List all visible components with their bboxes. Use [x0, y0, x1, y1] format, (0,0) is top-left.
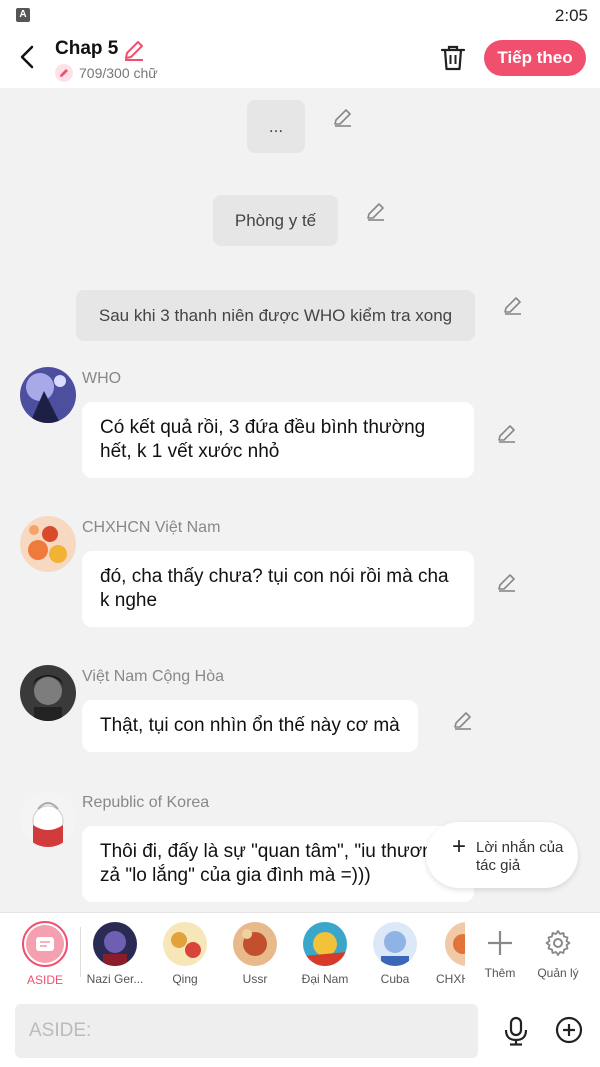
microphone-icon — [504, 1016, 528, 1046]
message-bubble[interactable]: Thật, tụi con nhìn ổn thế này cơ mà — [82, 700, 418, 752]
narration-bubble[interactable]: Sau khi 3 thanh niên được WHO kiểm tra x… — [76, 290, 475, 341]
character-item[interactable]: CHXHCN — [433, 919, 465, 986]
chat-icon — [36, 937, 54, 951]
chapter-title: Chap 5 — [55, 38, 119, 59]
back-button[interactable] — [14, 40, 42, 74]
character-label: Đại Nam — [301, 972, 349, 986]
status-time: 2:05 — [554, 6, 588, 25]
manage-label: Quản lý — [537, 966, 579, 980]
add-label: Thêm — [484, 966, 516, 980]
word-count-row: 709/300 chữ — [55, 64, 158, 82]
plus-icon: + — [452, 833, 467, 860]
edit-message-button[interactable] — [502, 294, 524, 316]
pencil-icon — [498, 574, 515, 592]
pencil-icon — [498, 425, 515, 443]
trash-icon — [440, 45, 466, 71]
message-bubble[interactable]: Thôi đi, đấy là sự "quan tâm", "iu thươn… — [82, 826, 474, 902]
character-label: Qing — [172, 972, 198, 986]
edit-message-button[interactable] — [332, 106, 354, 128]
manage-button[interactable]: Quản lý — [526, 919, 590, 980]
message-bubble[interactable]: Có kết quả rồi, 3 đứa đều bình thường hế… — [82, 402, 474, 478]
add-button[interactable] — [555, 1016, 583, 1044]
author-note-label: Lời nhắn của tác giả — [476, 839, 564, 874]
add-character-button[interactable]: Thêm — [468, 919, 532, 980]
pencil-icon — [334, 109, 351, 127]
plus-circle-icon — [555, 1016, 583, 1044]
gear-icon — [545, 930, 571, 956]
next-button[interactable]: Tiếp theo — [484, 40, 586, 76]
author-note-button[interactable]: + Lời nhắn của tác giả — [426, 822, 578, 888]
plus-icon — [488, 931, 512, 955]
character-item[interactable]: Nazi Ger... — [83, 919, 147, 986]
avatar[interactable] — [20, 665, 76, 721]
voice-button[interactable] — [502, 1016, 530, 1046]
pencil-badge-icon — [55, 64, 73, 82]
character-label: Nazi Ger... — [86, 972, 144, 986]
avatar — [93, 922, 137, 966]
character-item[interactable]: Ussr — [223, 919, 287, 986]
message-input[interactable] — [15, 1004, 478, 1058]
back-arrow-icon — [20, 45, 34, 69]
character-name: Republic of Korea — [82, 794, 210, 811]
app-notification-icon: A — [16, 8, 30, 22]
edit-message-button[interactable] — [496, 571, 518, 593]
pencil-icon — [504, 297, 521, 315]
pencil-icon — [367, 203, 384, 221]
edit-message-button[interactable] — [496, 422, 518, 444]
avatar[interactable] — [20, 516, 76, 572]
input-bar — [0, 996, 600, 1067]
divider — [80, 927, 81, 977]
word-count: 709/300 chữ — [79, 65, 158, 81]
avatar — [163, 922, 207, 966]
message-bubble[interactable]: đó, cha thấy chưa? tụi con nói rồi mà ch… — [82, 551, 474, 627]
character-label: ASIDE — [26, 973, 63, 987]
narration-bubble[interactable]: Phòng y tế — [213, 195, 338, 246]
avatar — [233, 922, 277, 966]
delete-button[interactable] — [438, 43, 468, 73]
edit-message-button[interactable] — [365, 200, 387, 222]
character-item[interactable]: Cuba — [363, 919, 427, 986]
character-label: CHXHCN — [436, 972, 465, 986]
status-bar: A 2:05 — [0, 0, 600, 32]
avatar[interactable] — [20, 791, 76, 847]
character-label: Ussr — [242, 972, 268, 986]
edit-message-button[interactable] — [452, 709, 474, 731]
header: Chap 5 709/300 chữ Tiếp theo — [0, 32, 600, 88]
character-label: Cuba — [380, 972, 410, 986]
avatar — [445, 922, 465, 966]
character-name: Việt Nam Cộng Hòa — [82, 668, 224, 685]
character-bar: ASIDE Nazi Ger... Qing Ussr Đại Nam Cuba… — [0, 912, 600, 996]
avatar — [303, 922, 347, 966]
character-name: CHXHCN Việt Nam — [82, 519, 221, 536]
aside-avatar — [22, 921, 68, 967]
narration-bubble[interactable]: ... — [247, 100, 305, 153]
character-item[interactable]: Đại Nam — [293, 919, 357, 986]
edit-title-button[interactable] — [122, 38, 146, 62]
character-item[interactable]: Qing — [153, 919, 217, 986]
character-name: WHO — [82, 370, 122, 387]
character-item-aside[interactable]: ASIDE — [13, 919, 77, 987]
avatar — [373, 922, 417, 966]
pencil-icon — [125, 41, 143, 61]
avatar[interactable] — [20, 367, 76, 423]
pencil-icon — [454, 712, 471, 730]
